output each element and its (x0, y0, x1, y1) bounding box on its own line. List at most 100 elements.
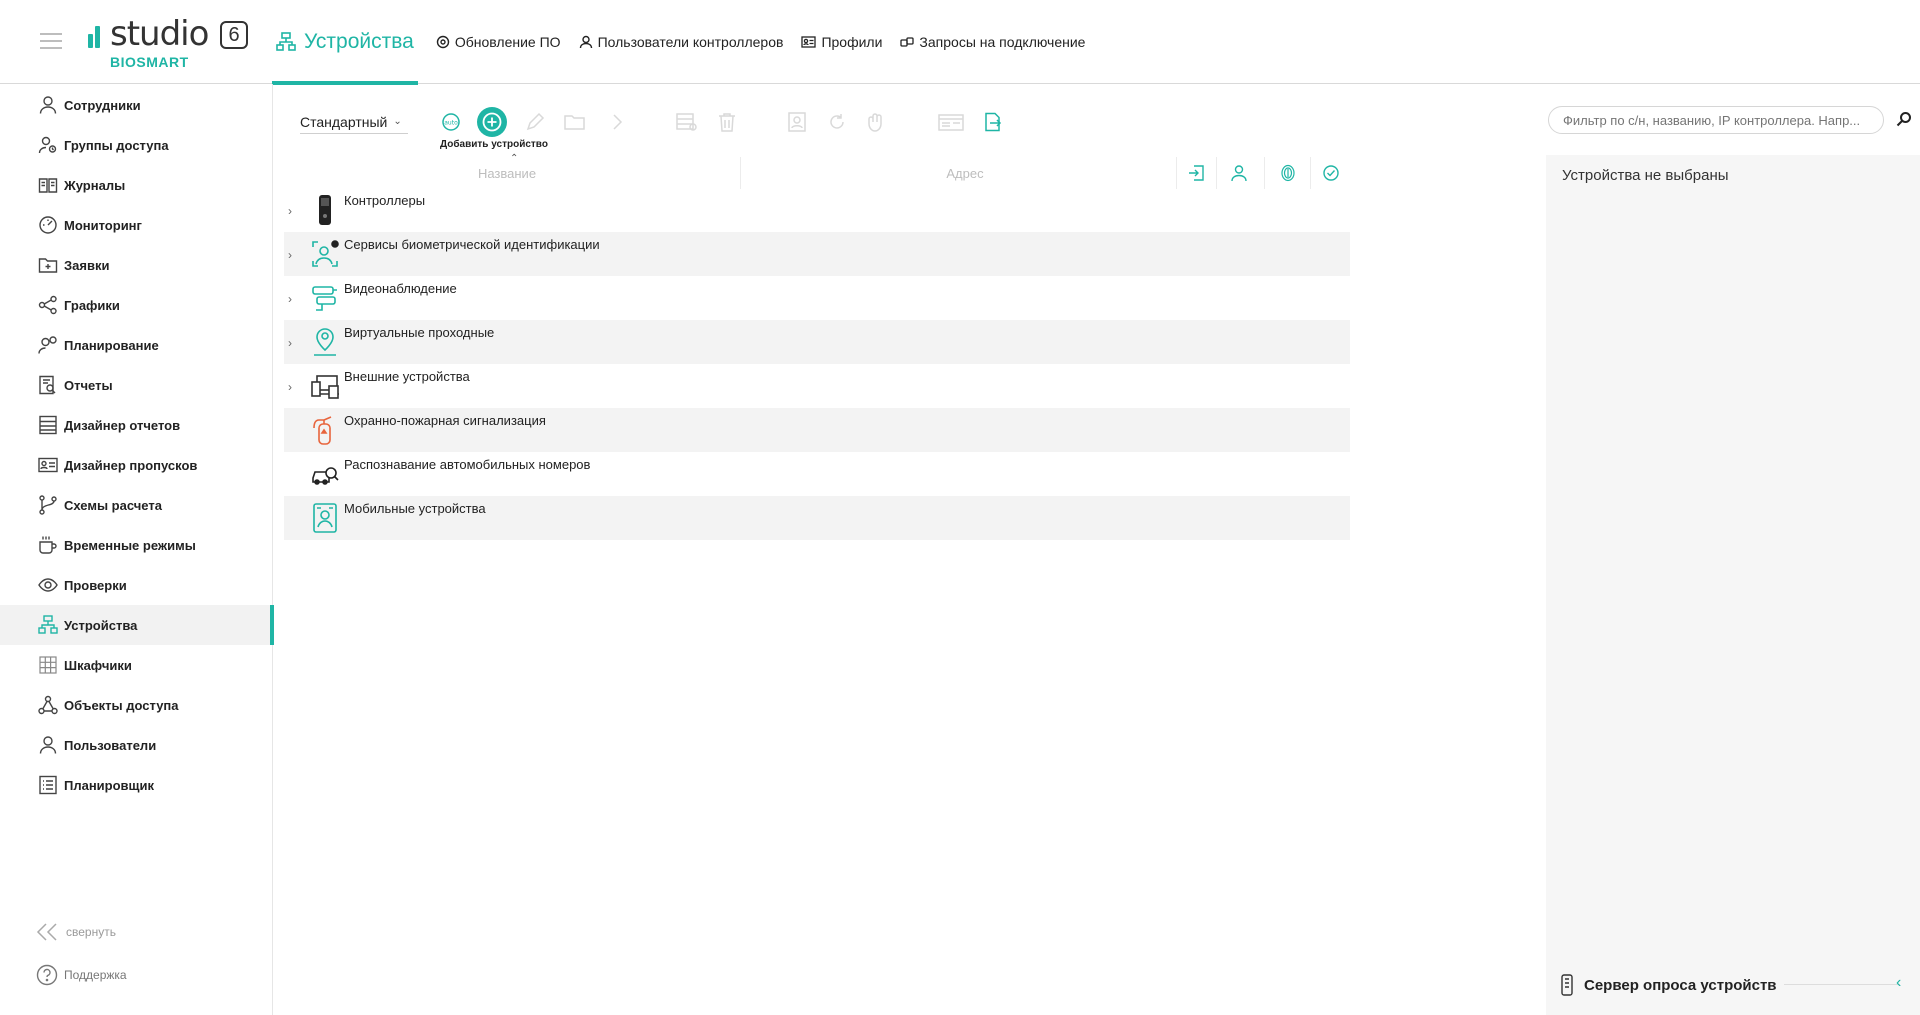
polling-server-label: Сервер опроса устройств (1584, 976, 1777, 994)
tree-row-license-plate-recognition[interactable]: Распознавание автомобильных номеров (284, 452, 1350, 496)
column-header-address[interactable]: Адрес (742, 155, 1188, 191)
divider (1784, 984, 1900, 985)
tree-row-fire-alarm[interactable]: Охранно-пожарная сигнализация (284, 408, 1350, 452)
sidebar-item-planning[interactable]: Планирование (0, 325, 273, 365)
tab-firmware-update[interactable]: Обновление ПО (436, 34, 561, 50)
card-list-button[interactable] (938, 109, 964, 135)
user-clock-icon (38, 336, 57, 354)
sidebar-item-report-designer[interactable]: Дизайнер отчетов (0, 405, 273, 445)
eye-icon (38, 578, 58, 592)
chevron-down-icon: ⌄ (393, 116, 402, 127)
chevron-right-icon[interactable]: › (288, 380, 292, 394)
devices-toolbar: Стандартный ⌄ auto Добавить устройство (274, 85, 1920, 155)
sidebar-item-monitoring[interactable]: Мониторинг (0, 205, 273, 245)
chevron-right-icon[interactable]: › (288, 292, 292, 306)
search-icon[interactable] (1896, 111, 1912, 127)
sidebar: Сотрудники Группы доступа Журналы Монито… (0, 84, 274, 1015)
polling-server-section[interactable]: Сервер опроса устройств (1560, 974, 1777, 996)
tab-devices[interactable]: Устройства (272, 0, 418, 85)
update-icon (436, 35, 450, 49)
sidebar-item-users[interactable]: Пользователи (0, 725, 273, 765)
sidebar-item-pass-designer[interactable]: Дизайнер пропусков (0, 445, 273, 485)
sidebar-item-label: Планирование (64, 337, 159, 353)
tab-controller-users[interactable]: Пользователи контроллеров (579, 34, 784, 50)
tree-row-external-devices[interactable]: › Внешние устройства (284, 364, 1350, 408)
refresh-icon (830, 114, 844, 129)
login-icon[interactable] (1187, 164, 1205, 182)
user-card-button[interactable] (784, 109, 810, 135)
filter-search-input[interactable] (1548, 106, 1884, 134)
chevron-right-icon[interactable]: › (288, 336, 292, 350)
tab-controller-users-label: Пользователи контроллеров (597, 34, 784, 50)
collapse-sidebar-button[interactable]: свернуть (36, 923, 116, 941)
tree-row-mobile-devices[interactable]: Мобильные устройства (284, 496, 1350, 540)
chevron-left-icon[interactable]: ‹ (1896, 974, 1901, 992)
forward-button[interactable] (604, 109, 630, 135)
sidebar-item-reports[interactable]: Отчеты (0, 365, 273, 405)
sidebar-item-calculation-schemes[interactable]: Схемы расчета (0, 485, 273, 525)
sidebar-item-lockers[interactable]: Шкафчики (0, 645, 273, 685)
chevron-right-icon[interactable]: › (288, 204, 292, 218)
tree-row-controllers[interactable]: › Контроллеры (284, 188, 1350, 232)
cup-icon (39, 536, 57, 554)
folder-add-icon (38, 258, 58, 273)
plus-circle-icon (482, 112, 502, 132)
user-icon (39, 736, 57, 754)
check-circle-icon[interactable] (1322, 164, 1340, 182)
objects-icon (38, 695, 58, 715)
reset-button[interactable] (824, 109, 850, 135)
sidebar-item-label: Пользователи (64, 737, 157, 753)
chevron-right-icon[interactable]: › (288, 248, 292, 262)
row-label: Виртуальные проходные (344, 325, 495, 340)
view-select[interactable]: Стандартный ⌄ (300, 110, 408, 134)
sidebar-item-scheduler[interactable]: Планировщик (0, 765, 273, 805)
user-icon[interactable] (1230, 164, 1248, 182)
sidebar-item-journals[interactable]: Журналы (0, 165, 273, 205)
tab-profiles[interactable]: Профили (801, 34, 882, 50)
export-button[interactable] (980, 109, 1006, 135)
sidebar-item-label: Группы доступа (64, 137, 169, 153)
add-device-button[interactable] (477, 107, 507, 137)
row-label: Сервисы биометрической идентификации (344, 237, 600, 252)
column-separator (1264, 157, 1265, 189)
column-separator (1216, 157, 1217, 189)
sidebar-item-charts[interactable]: Графики (0, 285, 273, 325)
column-header-name[interactable]: Название (284, 155, 730, 191)
sidebar-item-employees[interactable]: Сотрудники (0, 85, 273, 125)
sidebar-item-label: Схемы расчета (64, 497, 162, 513)
grid-settings-button[interactable] (674, 109, 700, 135)
delete-button[interactable] (714, 109, 740, 135)
tab-connection-requests[interactable]: Запросы на подключение (900, 34, 1085, 50)
hand-button[interactable] (864, 109, 890, 135)
sidebar-item-checks[interactable]: Проверки (0, 565, 273, 605)
sidebar-item-access-objects[interactable]: Объекты доступа (0, 685, 273, 725)
brand-mark-icon (88, 26, 104, 48)
tree-row-biometric-services[interactable]: › Сервисы биометрической идентификации (284, 232, 1350, 276)
brand-logo: studio 6 BIOSMART (88, 14, 258, 70)
cctv-icon (312, 286, 337, 311)
menu-icon[interactable] (40, 33, 62, 49)
sidebar-item-label: Устройства (64, 617, 138, 633)
auto-search-button[interactable]: auto (438, 109, 464, 135)
lockers-icon (39, 656, 57, 674)
support-label: Поддержка (64, 968, 127, 982)
tree-row-virtual-passes[interactable]: › Виртуальные проходные (284, 320, 1350, 364)
add-device-label: Добавить устройство (440, 139, 548, 150)
sidebar-item-label: Отчеты (64, 377, 113, 393)
sidebar-item-time-modes[interactable]: Временные режимы (0, 525, 273, 565)
support-button[interactable]: Поддержка (36, 964, 127, 986)
row-label: Распознавание автомобильных номеров (344, 457, 591, 472)
sidebar-item-access-groups[interactable]: Группы доступа (0, 125, 273, 165)
tree-row-video-surveillance[interactable]: › Видеонаблюдение (284, 276, 1350, 320)
fingerprint-icon[interactable] (1279, 164, 1297, 182)
top-nav: Устройства Обновление ПО Пользователи ко… (272, 0, 1085, 85)
edit-button[interactable] (522, 109, 548, 135)
hand-icon (868, 113, 882, 132)
share-icon (38, 295, 57, 315)
row-label: Мобильные устройства (344, 501, 486, 516)
user-icon (39, 96, 57, 114)
brand-version: 6 (220, 21, 248, 49)
sidebar-item-devices[interactable]: Устройства (0, 605, 274, 645)
sidebar-item-requests[interactable]: Заявки (0, 245, 273, 285)
open-folder-button[interactable] (562, 109, 588, 135)
